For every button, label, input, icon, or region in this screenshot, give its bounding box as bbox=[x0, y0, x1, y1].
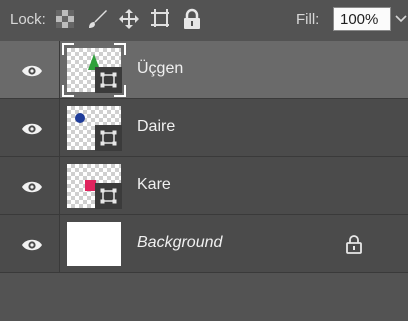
layer-name[interactable]: Daire bbox=[137, 118, 175, 136]
lock-icon[interactable] bbox=[345, 234, 363, 254]
fill-opacity-input[interactable]: 100% bbox=[333, 7, 391, 31]
smart-object-badge bbox=[95, 183, 122, 209]
lock-position-icon[interactable] bbox=[118, 8, 140, 30]
fill-label: Fill: bbox=[296, 11, 320, 28]
smart-object-icon bbox=[100, 130, 117, 146]
eye-icon[interactable] bbox=[21, 180, 43, 194]
layer-thumbnail bbox=[67, 106, 122, 151]
layer-thumbnail bbox=[67, 222, 121, 266]
layer-name[interactable]: Background bbox=[137, 234, 222, 252]
smart-object-badge bbox=[95, 125, 122, 151]
layer-row-background[interactable]: Background bbox=[0, 215, 408, 273]
layer-name[interactable]: Kare bbox=[137, 176, 171, 194]
layer-name[interactable]: Üçgen bbox=[137, 60, 183, 78]
selection-frame bbox=[62, 43, 126, 97]
layer-row-kare[interactable]: Kare bbox=[0, 157, 408, 215]
artboard-autonest-icon[interactable] bbox=[150, 8, 172, 30]
lock-label: Lock: bbox=[10, 11, 46, 28]
layer-row-ucgen[interactable]: Üçgen bbox=[0, 41, 408, 99]
layer-thumbnail bbox=[62, 43, 126, 97]
layer-row-daire[interactable]: Daire bbox=[0, 99, 408, 157]
visibility-toggle[interactable] bbox=[0, 99, 60, 156]
visibility-toggle[interactable] bbox=[0, 215, 60, 272]
layers-list: Üçgen Daire Kare Background bbox=[0, 41, 408, 273]
chevron-down-icon[interactable] bbox=[394, 14, 408, 24]
lock-toolbar: Lock: Fill: 100% bbox=[0, 0, 408, 40]
visibility-toggle[interactable] bbox=[0, 157, 60, 214]
lock-image-pixels-icon[interactable] bbox=[86, 8, 108, 30]
eye-icon[interactable] bbox=[21, 122, 43, 136]
lock-all-icon[interactable] bbox=[181, 8, 203, 30]
layer-thumbnail bbox=[67, 164, 122, 209]
lock-transparent-pixels-icon[interactable] bbox=[54, 8, 76, 30]
eye-icon[interactable] bbox=[21, 238, 43, 252]
visibility-toggle[interactable] bbox=[0, 41, 60, 98]
eye-icon[interactable] bbox=[21, 64, 43, 78]
circle-shape-icon bbox=[75, 113, 85, 123]
smart-object-icon bbox=[100, 188, 117, 204]
